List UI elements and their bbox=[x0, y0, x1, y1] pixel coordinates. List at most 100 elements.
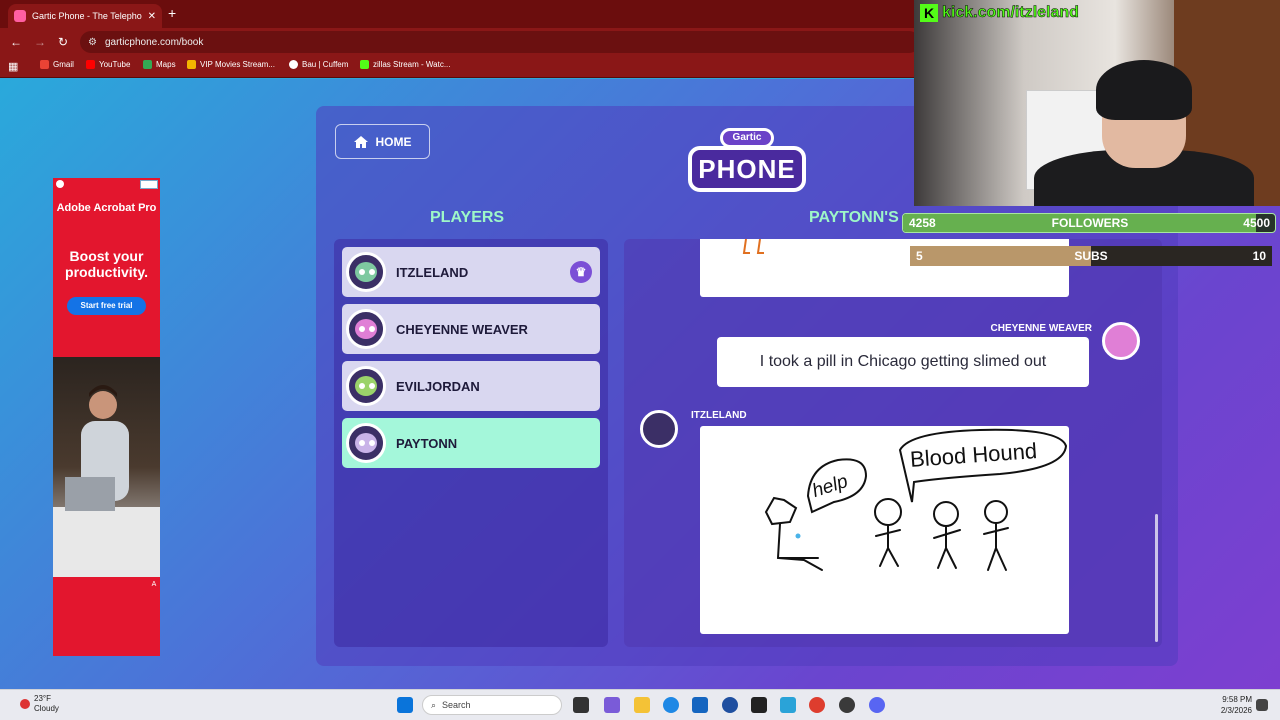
album-scrollbar[interactable] bbox=[1155, 514, 1158, 642]
followers-goal: 4500 bbox=[1243, 216, 1270, 230]
taskbar-search[interactable]: ⌕ Search bbox=[422, 695, 562, 715]
bloodhound-word: Blood Hound bbox=[909, 438, 1038, 472]
bookmark-vip-movies[interactable]: VIP Movies Stream... bbox=[187, 60, 275, 69]
player-avatar bbox=[346, 309, 386, 349]
bookmark-zillas-stream[interactable]: zillas Stream - Watc... bbox=[360, 60, 451, 69]
copilot-icon[interactable] bbox=[604, 697, 620, 713]
bookmark-label: zillas Stream - Watc... bbox=[373, 60, 451, 69]
logo-top-text: Gartic bbox=[720, 128, 774, 148]
home-icon bbox=[353, 135, 368, 148]
avatar-eye bbox=[369, 326, 375, 332]
player-paytonn[interactable]: PAYTONN bbox=[342, 418, 600, 468]
players-title: PLAYERS bbox=[430, 209, 505, 226]
task-view-icon[interactable] bbox=[573, 697, 589, 713]
vip-movies-icon bbox=[187, 60, 196, 69]
close-tab-icon[interactable]: ✕ bbox=[148, 11, 156, 22]
player-name: ITZLELAND bbox=[396, 264, 469, 280]
ad-photo bbox=[53, 357, 160, 577]
followers-label: FOLLOWERS bbox=[1051, 216, 1129, 230]
discord-icon[interactable] bbox=[869, 697, 885, 713]
adchoices-icon[interactable] bbox=[140, 180, 158, 189]
followers-goal-bar: 4258 FOLLOWERS 4500 bbox=[902, 213, 1276, 233]
drawing-author: ITZLELAND bbox=[691, 410, 747, 421]
bookmark-gmail[interactable]: Gmail bbox=[40, 60, 74, 69]
app-icon[interactable] bbox=[780, 697, 796, 713]
back-icon[interactable]: ← bbox=[10, 34, 22, 50]
help-word: help bbox=[810, 471, 851, 502]
gmail-icon bbox=[40, 60, 49, 69]
avatar-eye bbox=[369, 269, 375, 275]
guess-author: CHEYENNE WEAVER bbox=[990, 323, 1093, 334]
bookmark-youtube[interactable]: YouTube bbox=[86, 60, 130, 69]
ad-person-illustration bbox=[53, 385, 160, 577]
player-cheyenne-weaver[interactable]: CHEYENNE WEAVER bbox=[342, 304, 600, 354]
kick-channel-overlay: K kick.com/itzleland bbox=[920, 4, 1079, 22]
ad-info-icon[interactable] bbox=[56, 180, 64, 188]
chrome-icon[interactable] bbox=[809, 697, 825, 713]
crown-icon: ♛ bbox=[570, 261, 592, 283]
obs-icon[interactable] bbox=[839, 697, 855, 713]
avatar-eye bbox=[369, 383, 375, 389]
bookmark-maps[interactable]: Maps bbox=[143, 60, 176, 69]
bookmark-bau-cuffem[interactable]: Bau | Cuffem bbox=[289, 60, 348, 69]
ad-start-trial-button[interactable]: Start free trial bbox=[67, 297, 146, 315]
gartic-favicon-icon bbox=[14, 10, 26, 22]
ad-headline: Boost your productivity. bbox=[65, 248, 148, 280]
edge-icon[interactable] bbox=[663, 697, 679, 713]
address-bar[interactable]: ⚙ garticphone.com/book bbox=[80, 31, 920, 53]
search-icon: ⌕ bbox=[431, 699, 437, 710]
player-name: CHEYENNE WEAVER bbox=[396, 321, 528, 337]
kick-icon bbox=[360, 60, 369, 69]
kick-url: kick.com/itzleland bbox=[942, 4, 1079, 22]
advertisement[interactable]: Adobe Acrobat Pro Boost your productivit… bbox=[53, 178, 160, 656]
weather-temp: 23°F bbox=[34, 694, 51, 703]
subs-goal: 10 bbox=[1252, 249, 1266, 263]
hp-icon[interactable] bbox=[722, 697, 738, 713]
apps-grid-icon[interactable]: ▦ bbox=[8, 59, 18, 75]
notifications-icon[interactable] bbox=[1256, 699, 1268, 711]
avatar-eye bbox=[369, 440, 375, 446]
player-name: PAYTONN bbox=[396, 435, 458, 451]
file-explorer-icon[interactable] bbox=[634, 697, 650, 713]
url-text: garticphone.com/book bbox=[104, 36, 204, 48]
windows-start-icon[interactable] bbox=[397, 697, 413, 713]
amazon-icon[interactable] bbox=[751, 697, 767, 713]
album-view[interactable]: CHEYENNE WEAVER I took a pill in Chicago… bbox=[624, 239, 1162, 647]
store-icon[interactable] bbox=[692, 697, 708, 713]
stick-figure-drawing: help Blood Hound bbox=[764, 428, 1068, 571]
home-label: HOME bbox=[375, 134, 412, 149]
avatar-eye bbox=[359, 440, 365, 446]
site-info-icon[interactable]: ⚙ bbox=[88, 37, 97, 48]
tab-title: Gartic Phone - The Telephone Game bbox=[32, 11, 142, 21]
drawing-author-avatar bbox=[640, 410, 678, 448]
player-itzleland[interactable]: ITZLELAND ♛ bbox=[342, 247, 600, 297]
guess-text: I took a pill in Chicago getting slimed … bbox=[717, 337, 1089, 387]
search-placeholder: Search bbox=[442, 700, 471, 710]
player-avatar bbox=[346, 366, 386, 406]
webcam-person-hat bbox=[1096, 60, 1192, 120]
ad-brand: Adobe Acrobat Pro bbox=[56, 202, 157, 214]
player-avatar bbox=[346, 423, 386, 463]
avatar-eye bbox=[359, 383, 365, 389]
bookmark-label: Maps bbox=[156, 60, 176, 69]
system-clock[interactable]: 9:58 PM 2/3/2026 bbox=[1214, 694, 1252, 716]
browser-tab[interactable]: Gartic Phone - The Telephone Game ✕ bbox=[8, 4, 162, 28]
avatar-eye bbox=[359, 269, 365, 275]
player-name: EVILJORDAN bbox=[396, 378, 480, 394]
player-eviljordan[interactable]: EVILJORDAN bbox=[342, 361, 600, 411]
youtube-icon bbox=[86, 60, 95, 69]
subs-label: SUBS bbox=[1074, 249, 1108, 263]
avatar-eye bbox=[359, 326, 365, 332]
clock-time: 9:58 PM bbox=[1222, 695, 1252, 704]
album-title: PAYTONN'S bbox=[809, 209, 899, 226]
new-tab-icon[interactable]: + bbox=[168, 5, 176, 21]
home-button[interactable]: HOME bbox=[335, 124, 430, 159]
gartic-phone-logo: Gartic PHONE bbox=[688, 122, 806, 196]
forward-icon[interactable]: → bbox=[34, 34, 46, 50]
reload-icon[interactable]: ↻ bbox=[58, 34, 68, 50]
weather-widget[interactable]: 23°F Cloudy bbox=[20, 694, 59, 714]
streamer-webcam bbox=[914, 0, 1280, 206]
drawing-card: help Blood Hound bbox=[700, 426, 1069, 634]
weather-icon bbox=[20, 699, 30, 709]
bookmark-label: Gmail bbox=[53, 60, 74, 69]
